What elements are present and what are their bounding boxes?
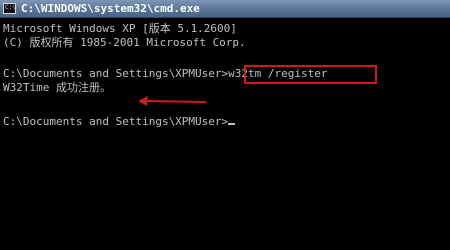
cmd-icon[interactable]: C:\ <box>3 3 16 14</box>
current-prompt-line: C:\Documents and Settings\XPMUser> <box>3 115 236 129</box>
command-highlight-box <box>244 65 377 84</box>
version-line: Microsoft Windows XP [版本 5.1.2600] <box>3 22 237 35</box>
text-cursor <box>228 123 236 125</box>
prompt: C:\Documents and Settings\XPMUser> <box>3 67 229 80</box>
result-line: W32Time 成功注册。 <box>3 81 111 94</box>
cmd-icon-glyph: C:\ <box>5 4 16 11</box>
window-title: C:\WINDOWS\system32\cmd.exe <box>21 2 200 15</box>
cmd-window: C:\ C:\WINDOWS\system32\cmd.exe Microsof… <box>0 0 450 250</box>
prompt: C:\Documents and Settings\XPMUser> <box>3 115 229 128</box>
copyright-line: (C) 版权所有 1985-2001 Microsoft Corp. <box>3 36 246 49</box>
annotation-arrow <box>138 96 207 106</box>
title-bar[interactable]: C:\ C:\WINDOWS\system32\cmd.exe <box>0 0 450 18</box>
console-area[interactable]: Microsoft Windows XP [版本 5.1.2600] (C) 版… <box>0 18 450 250</box>
